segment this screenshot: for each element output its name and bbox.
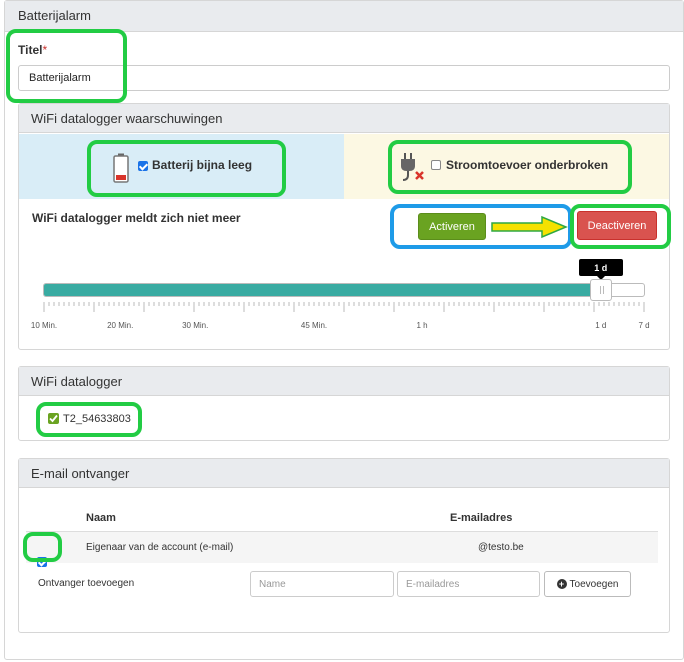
slider-tick-label: 10 Min. [30, 321, 58, 330]
activate-button[interactable]: Activeren [418, 213, 486, 240]
add-recipient-button[interactable]: + Toevoegen [544, 571, 631, 597]
slider-tick-label: 30 Min. [182, 321, 209, 330]
arrow-right-icon [491, 215, 568, 239]
slider-handle[interactable] [589, 279, 612, 301]
plus-circle-icon: + [556, 579, 567, 589]
required-mark: * [42, 43, 48, 57]
panel-title: Batterijalarm [18, 8, 91, 23]
deactivate-button[interactable]: Deactiveren [577, 211, 657, 240]
warnings-panel-header: WiFi datalogger waarschuwingen [19, 104, 669, 133]
slider-tick-label: 1 d [595, 321, 607, 330]
power-label: Stroomtoevoer onderbroken [446, 158, 609, 172]
battery-checkbox[interactable] [138, 161, 148, 171]
title-label-text: Titel [18, 43, 43, 57]
logger-panel-title: WiFi datalogger [31, 374, 123, 389]
battery-low-icon [113, 153, 129, 183]
logger-checkbox[interactable] [48, 413, 59, 424]
slider-tick-label: 7 d [638, 321, 650, 330]
email-panel-header: E-mail ontvanger [19, 459, 669, 488]
logger-panel-header: WiFi datalogger [19, 367, 669, 396]
add-button-label: Toevoegen [569, 578, 619, 590]
power-checkbox[interactable] [431, 160, 441, 170]
email-input[interactable] [397, 571, 540, 597]
slider-fill [44, 284, 601, 296]
title-input[interactable] [18, 65, 670, 91]
email-panel-title: E-mail ontvanger [31, 466, 130, 481]
column-header-email: E-mailadres [450, 512, 513, 524]
recipient-checkbox[interactable] [37, 557, 47, 567]
logger-label: T2_54633803 [63, 413, 131, 425]
warnings-panel-title: WiFi datalogger waarschuwingen [31, 111, 223, 126]
title-label: Titel* [18, 43, 47, 57]
slider-tick-label: 45 Min. [300, 321, 328, 330]
panel-header: Batterijalarm [5, 1, 683, 32]
no-report-label: WiFi datalogger meldt zich niet meer [32, 211, 241, 225]
slider-value-tooltip: 1 d [578, 259, 623, 280]
recipient-email: @testo.be [478, 542, 524, 553]
slider-tick-label: 20 Min. [107, 321, 134, 330]
name-input[interactable] [250, 571, 394, 597]
slider-tick-marks [43, 302, 645, 312]
column-header-name: Naam [86, 512, 116, 524]
add-recipient-label: Ontvanger toevoegen [38, 578, 135, 589]
recipient-name: Eigenaar van de account (e-mail) [86, 542, 234, 553]
battery-label: Batterij bijna leeg [152, 158, 253, 172]
power-plug-disconnected-icon [401, 153, 424, 181]
check-icon [49, 414, 58, 423]
slider-tick-label: 1 h [416, 321, 428, 330]
